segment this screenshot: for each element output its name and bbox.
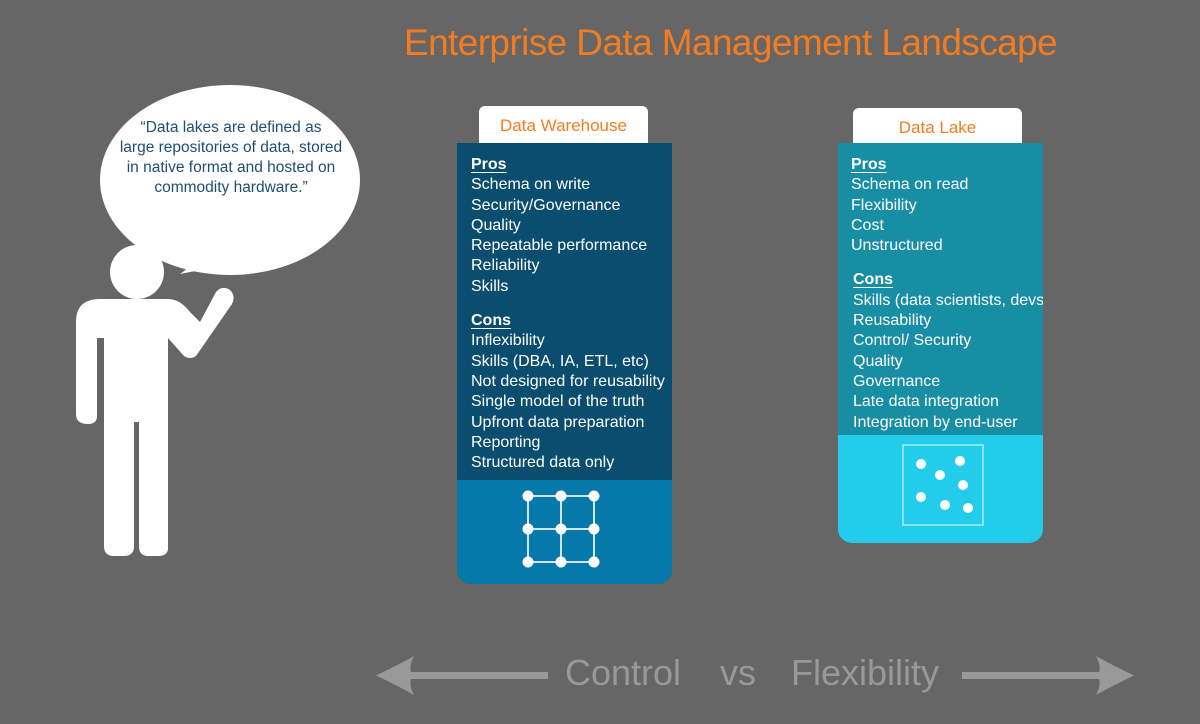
left-arrow-icon	[376, 656, 548, 695]
axis-label-flexibility: Flexibility	[791, 652, 940, 693]
axis-label-vs: vs	[720, 652, 756, 693]
axis-label-control: Control	[565, 652, 682, 693]
control-flexibility-axis	[376, 656, 1134, 695]
right-arrow-icon	[962, 656, 1134, 695]
